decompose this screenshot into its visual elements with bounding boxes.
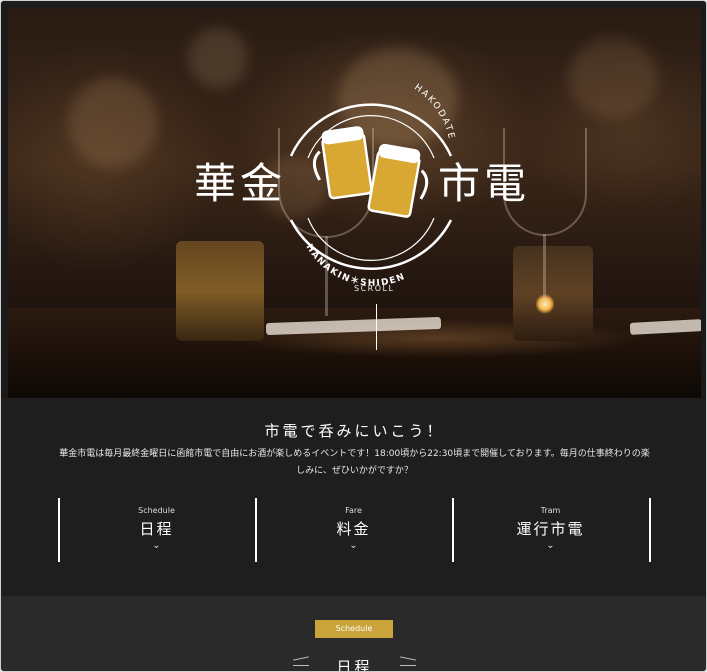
- hero-logo: HAKODATE HANAKIN＊SHIDEN 華金 市電: [8, 8, 701, 398]
- nav-label-en: Fare: [345, 506, 362, 515]
- nav-item-schedule[interactable]: Schedule 日程 ⌄: [58, 498, 255, 562]
- nav-item-tram[interactable]: Tram 運行市電 ⌄: [452, 498, 649, 562]
- chevron-down-icon: ⌄: [546, 540, 555, 551]
- title-dash: [400, 665, 416, 666]
- nav-divider: [649, 498, 651, 562]
- schedule-title: 日程: [336, 658, 373, 672]
- scroll-indicator-line[interactable]: [376, 304, 377, 350]
- logo-ring: HAKODATE HANAKIN＊SHIDEN: [289, 83, 454, 289]
- logo-text-left: 華金: [194, 159, 287, 208]
- schedule-badge: Schedule: [315, 620, 393, 638]
- nav-label-jp: 料金: [336, 520, 371, 538]
- chevron-down-icon: ⌄: [349, 540, 358, 551]
- beer-mug-icon: [367, 143, 429, 218]
- intro-title: 市電で呑みにいこう！: [264, 422, 445, 440]
- top-strip: [1, 1, 706, 8]
- schedule-section: Schedule 日程: [1, 596, 706, 672]
- nav-label-en: Schedule: [138, 506, 175, 515]
- section-nav: Schedule 日程 ⌄ Fare 料金 ⌄ Tram 運行市電 ⌄: [58, 498, 652, 562]
- scroll-label[interactable]: SCROLL: [354, 284, 394, 293]
- intro-section: 市電で呑みにいこう！ 華金市電は毎月最終金曜日に函館市電で自由にお酒が楽しめるイ…: [1, 398, 706, 596]
- hero: HAKODATE HANAKIN＊SHIDEN 華金 市電 SCROLL: [8, 8, 701, 398]
- nav-label-jp: 運行市電: [516, 520, 585, 538]
- chevron-down-icon: ⌄: [152, 540, 161, 551]
- nav-label-jp: 日程: [139, 520, 174, 538]
- nav-item-fare[interactable]: Fare 料金 ⌄: [255, 498, 452, 562]
- intro-text: 華金市電は毎月最終金曜日に函館市電で自由にお酒が楽しめるイベントです！18:00…: [59, 449, 650, 476]
- logo-text-right: 市電: [438, 159, 531, 208]
- nav-label-en: Tram: [540, 506, 561, 515]
- page-frame: HAKODATE HANAKIN＊SHIDEN 華金 市電 SCROLL 市電で…: [0, 0, 707, 672]
